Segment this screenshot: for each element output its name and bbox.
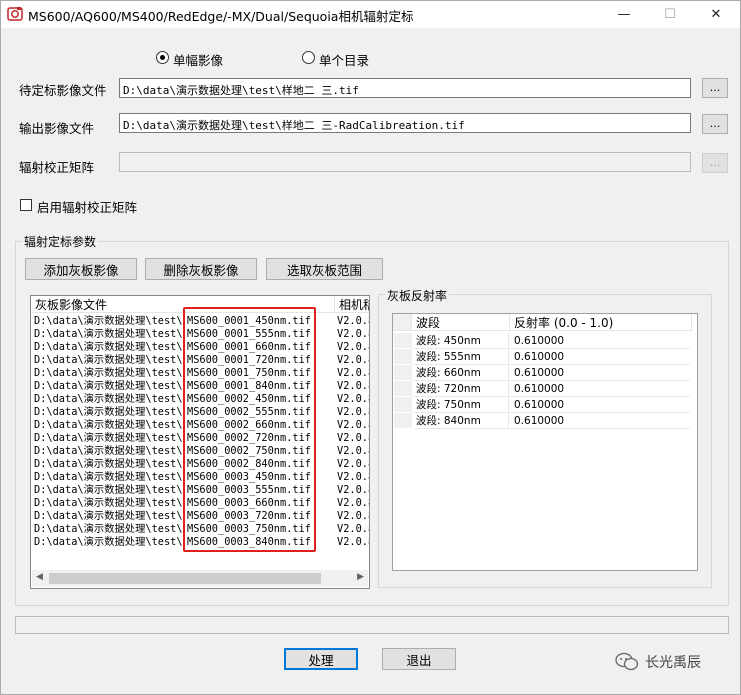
camera-version-cell: V2.0.8 <box>337 315 369 327</box>
camera-version-cell: V2.0.8 <box>337 458 369 470</box>
band-cell: 波段: 660nm <box>414 365 509 381</box>
enable-matrix-checkbox[interactable] <box>20 199 32 211</box>
row-header-cell[interactable] <box>394 365 412 381</box>
file-path-cell: D:\data\演示数据处理\test\ <box>34 341 183 353</box>
row-header-cell[interactable] <box>394 349 412 365</box>
grid-col-band[interactable]: 波段 <box>412 314 510 331</box>
watermark: 长光禹辰 <box>615 652 701 672</box>
file-path-cell: D:\data\演示数据处理\test\ <box>34 328 183 340</box>
process-button[interactable]: 处理 <box>284 648 358 670</box>
window-title: MS600/AQ600/MS400/RedEdge/-MX/Dual/Sequo… <box>28 9 414 24</box>
grid-corner <box>393 314 412 331</box>
file-path-cell: D:\data\演示数据处理\test\ <box>34 419 183 431</box>
row-header-cell[interactable] <box>394 381 412 397</box>
file-path-cell: D:\data\演示数据处理\test\ <box>34 406 183 418</box>
progress-bar <box>15 616 729 634</box>
radio-selected-dot <box>160 55 165 60</box>
reflectance-value-cell[interactable]: 0.610000 <box>510 381 690 397</box>
single-dir-label: 单个目录 <box>319 53 370 68</box>
add-gray-image-button[interactable]: 添加灰板影像 <box>25 258 137 280</box>
close-button[interactable]: ✕ <box>693 1 739 28</box>
camera-version-cell: V2.0.8 <box>337 536 369 548</box>
reflectance-value-cell[interactable]: 0.610000 <box>510 365 690 381</box>
input-file-field[interactable]: D:\data\演示数据处理\test\样地二 三.tif <box>119 78 691 98</box>
file-path-cell: D:\data\演示数据处理\test\ <box>34 523 183 535</box>
file-path-cell: D:\data\演示数据处理\test\ <box>34 432 183 444</box>
file-path-cell: D:\data\演示数据处理\test\ <box>34 458 183 470</box>
row-header-cell[interactable] <box>394 333 412 349</box>
params-group-title: 辐射定标参数 <box>22 233 99 250</box>
exit-button[interactable]: 退出 <box>382 648 456 670</box>
matrix-browse-button[interactable]: ... <box>702 153 728 173</box>
camera-version-cell: V2.0.8 <box>337 380 369 392</box>
single-image-radio[interactable] <box>156 51 169 64</box>
band-cell: 波段: 750nm <box>414 397 509 413</box>
file-path-cell: D:\data\演示数据处理\test\ <box>34 445 183 457</box>
camera-version-cell: V2.0.8 <box>337 419 369 431</box>
camera-version-cell: V2.0.8 <box>337 341 369 353</box>
file-path-cell: D:\data\演示数据处理\test\ <box>34 367 183 379</box>
scroll-left-icon[interactable]: ◀ <box>36 572 43 582</box>
reflectance-value-cell[interactable]: 0.610000 <box>510 333 690 349</box>
band-cell: 波段: 840nm <box>414 413 509 429</box>
camera-version-cell: V2.0.8 <box>337 471 369 483</box>
band-cell: 波段: 555nm <box>414 349 509 365</box>
minimize-button[interactable]: — <box>601 1 647 28</box>
camera-version-cell: V2.0.8 <box>337 432 369 444</box>
delete-gray-image-button[interactable]: 删除灰板影像 <box>145 258 257 280</box>
file-path-cell: D:\data\演示数据处理\test\ <box>34 471 183 483</box>
camera-version-cell: V2.0.8 <box>337 328 369 340</box>
camera-version-cell: V2.0.8 <box>337 406 369 418</box>
maximize-button[interactable]: ☐ <box>647 1 693 28</box>
row-header-cell[interactable] <box>394 397 412 413</box>
file-path-cell: D:\data\演示数据处理\test\ <box>34 354 183 366</box>
camera-version-cell: V2.0.8 <box>337 367 369 379</box>
camera-version-cell: V2.0.8 <box>337 523 369 535</box>
output-file-field[interactable]: D:\data\演示数据处理\test\样地二 三-RadCalibreatio… <box>119 113 691 133</box>
app-icon <box>7 7 23 21</box>
enable-matrix-label: 启用辐射校正矩阵 <box>37 200 138 215</box>
scroll-right-icon[interactable]: ▶ <box>357 572 364 582</box>
matrix-field[interactable] <box>119 152 691 172</box>
title-bar: MS600/AQ600/MS400/RedEdge/-MX/Dual/Sequo… <box>1 1 740 28</box>
band-cell: 波段: 720nm <box>414 381 509 397</box>
watermark-text: 长光禹辰 <box>645 655 701 671</box>
matrix-label: 辐射校正矩阵 <box>19 160 95 175</box>
grid-col-reflectance[interactable]: 反射率 (0.0 - 1.0) <box>510 314 692 331</box>
camera-version-cell: V2.0.8 <box>337 445 369 457</box>
file-path-cell: D:\data\演示数据处理\test\ <box>34 380 183 392</box>
reflectance-value-cell[interactable]: 0.610000 <box>510 349 690 365</box>
input-file-label: 待定标影像文件 <box>19 83 107 98</box>
wechat-icon <box>615 652 639 671</box>
scroll-thumb[interactable] <box>49 573 321 584</box>
single-dir-radio[interactable] <box>302 51 315 64</box>
camera-version-cell: V2.0.8 <box>337 497 369 509</box>
horizontal-scrollbar[interactable]: ◀ ▶ <box>32 570 368 587</box>
camera-version-cell: V2.0.8 <box>337 510 369 522</box>
file-path-cell: D:\data\演示数据处理\test\ <box>34 393 183 405</box>
col-header-camera[interactable]: 相机秸 <box>335 296 369 313</box>
reflectance-grid[interactable]: 波段 反射率 (0.0 - 1.0) 波段: 450nm 0.610000 波段: … <box>392 313 698 571</box>
reflectance-group-title: 灰板反射率 <box>385 287 450 304</box>
file-path-cell: D:\data\演示数据处理\test\ <box>34 536 183 548</box>
output-file-label: 输出影像文件 <box>19 121 95 136</box>
select-gray-range-button[interactable]: 选取灰板范围 <box>266 258 383 280</box>
camera-version-cell: V2.0.8 <box>337 354 369 366</box>
camera-version-cell: V2.0.8 <box>337 484 369 496</box>
input-browse-button[interactable]: ... <box>702 78 728 98</box>
single-image-label: 单幅影像 <box>173 53 224 68</box>
band-cell: 波段: 450nm <box>414 333 509 349</box>
camera-version-cell: V2.0.8 <box>337 393 369 405</box>
highlight-box <box>183 307 316 552</box>
reflectance-value-cell[interactable]: 0.610000 <box>510 413 690 429</box>
output-browse-button[interactable]: ... <box>702 114 728 134</box>
file-path-cell: D:\data\演示数据处理\test\ <box>34 497 183 509</box>
row-header-cell[interactable] <box>394 413 412 429</box>
file-path-cell: D:\data\演示数据处理\test\ <box>34 315 183 327</box>
file-path-cell: D:\data\演示数据处理\test\ <box>34 484 183 496</box>
reflectance-value-cell[interactable]: 0.610000 <box>510 397 690 413</box>
file-path-cell: D:\data\演示数据处理\test\ <box>34 510 183 522</box>
main-window: MS600/AQ600/MS400/RedEdge/-MX/Dual/Sequo… <box>0 0 741 695</box>
